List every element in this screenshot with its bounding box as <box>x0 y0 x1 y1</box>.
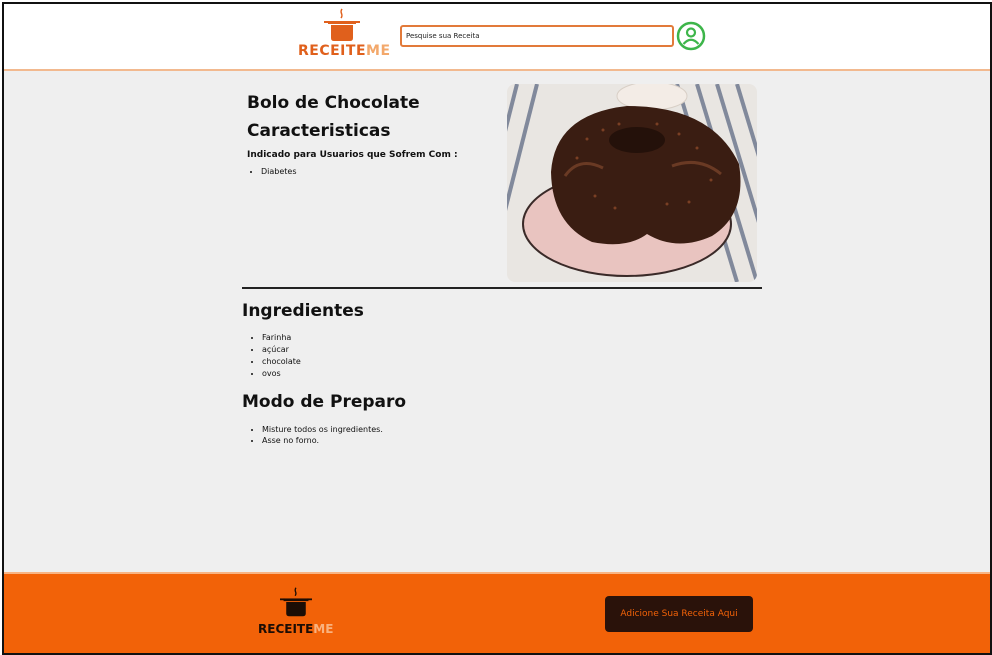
search-input[interactable] <box>400 25 674 47</box>
preparation-heading: Modo de Preparo <box>242 392 407 412</box>
list-item: açúcar <box>262 344 301 356</box>
pot-logo-icon <box>324 8 360 41</box>
ingredients-heading: Ingredientes <box>242 301 364 321</box>
list-item: Farinha <box>262 332 301 344</box>
features-heading: Caracteristicas <box>247 121 391 141</box>
app-frame: RECEITEME Bolo de Chocolate Caracteristi… <box>2 2 992 655</box>
logo-wordmark: RECEITEME <box>298 43 391 59</box>
indicated-label: Indicado para Usuarios que Sofrem Com : <box>247 150 458 160</box>
list-item: Asse no forno. <box>262 435 383 446</box>
pot-logo-icon <box>280 587 312 617</box>
list-item: Misture todos os ingredientes. <box>262 424 383 435</box>
list-item: chocolate <box>262 356 301 368</box>
footer-logo[interactable]: RECEITEME <box>258 586 348 644</box>
chocolate-cake-photo <box>507 84 757 282</box>
logo[interactable]: RECEITEME <box>298 7 391 65</box>
add-recipe-button[interactable]: Adicione Sua Receita Aqui <box>605 596 753 632</box>
conditions-list: Diabetes <box>247 167 297 176</box>
footer: RECEITEME Adicione Sua Receita Aqui <box>4 572 990 653</box>
ingredients-list: Farinha açúcar chocolate ovos <box>248 332 301 380</box>
section-divider <box>242 287 762 289</box>
list-item: ovos <box>262 368 301 380</box>
list-item: Diabetes <box>261 167 297 176</box>
header: RECEITEME <box>4 4 990 71</box>
preparation-list: Misture todos os ingredientes. Asse no f… <box>248 424 383 446</box>
user-circle-icon[interactable] <box>676 21 706 51</box>
footer-logo-wordmark: RECEITEME <box>258 622 334 636</box>
recipe-title: Bolo de Chocolate <box>247 93 420 113</box>
